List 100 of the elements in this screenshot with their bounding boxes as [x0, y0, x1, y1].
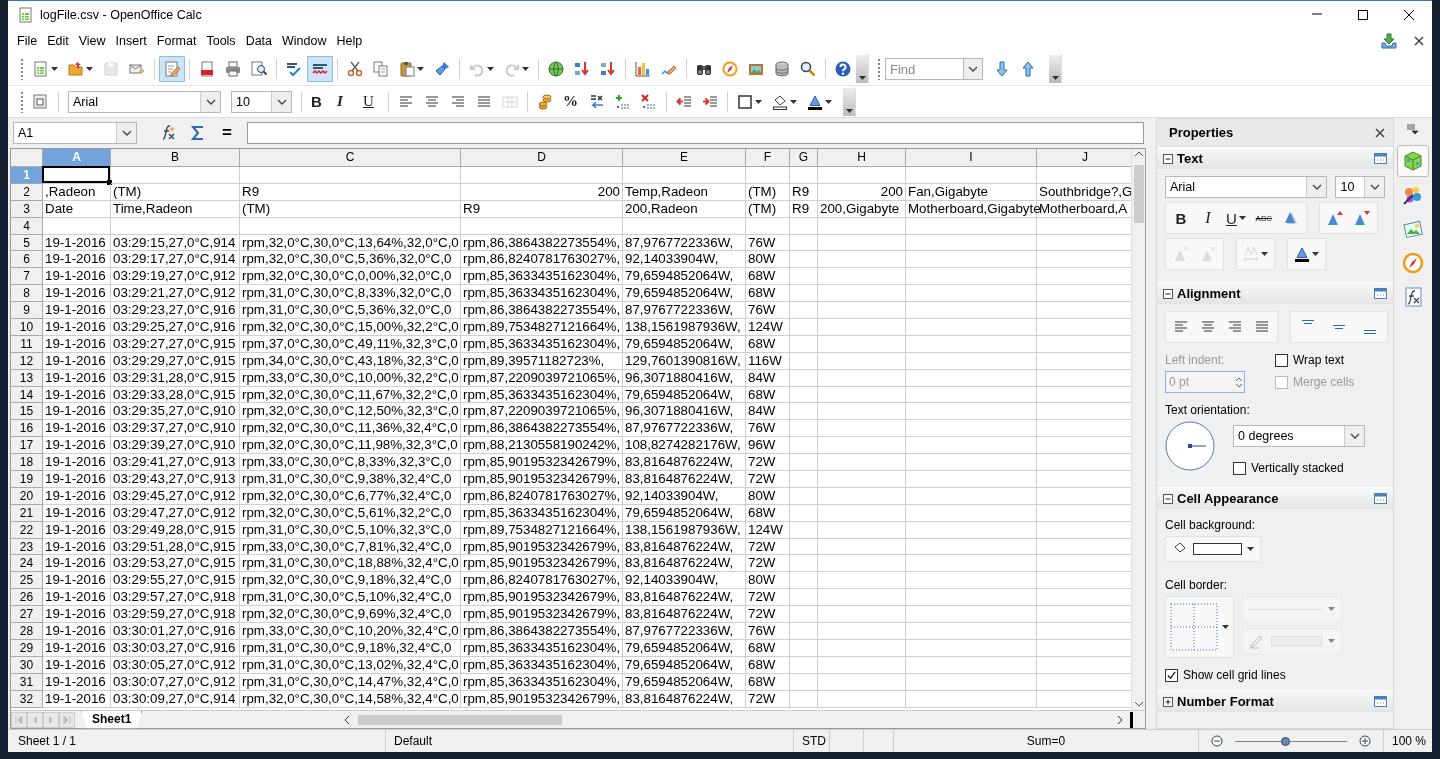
table-cell: rpm,89,7534827121664%, — [461, 319, 623, 336]
table-cell: 96,3071880416W, — [623, 369, 746, 387]
table-cell: 79,6594852064W, — [623, 386, 746, 404]
table-cell: rpm,88,2130558190242%, — [461, 437, 623, 455]
italic-button[interactable]: I — [1195, 205, 1221, 231]
row-header[interactable]: 15 — [11, 403, 43, 421]
row-header[interactable]: 28 — [11, 623, 43, 640]
row-header[interactable]: 25 — [11, 572, 43, 590]
row-header[interactable]: 10 — [11, 319, 43, 336]
table-cell: 84W — [746, 403, 790, 421]
table-cell: 19-1-2016 — [43, 690, 111, 708]
section-header[interactable]: Cell Appearance — [1157, 487, 1393, 509]
row-header[interactable]: 27 — [11, 606, 43, 624]
font-name-field[interactable]: Arial — [1165, 176, 1328, 198]
underline-button[interactable]: U — [358, 88, 384, 115]
table-cell: rpm,37,0°C,30,0°C,49,11%,32,3°C,0 — [240, 335, 461, 353]
table-cell: rpm,32,0°C,30,0°C,5,61%,32,2°C,0 — [240, 504, 461, 522]
table-cell: 19-1-2016 — [43, 335, 111, 353]
table-cell: 03:30:09,27,0°C,914 — [111, 690, 240, 708]
row-header[interactable]: 16 — [11, 420, 43, 438]
name-box[interactable]: A1 — [13, 122, 137, 144]
table-cell: 03:29:41,27,0°C,913 — [111, 454, 240, 472]
table-cell: rpm,87,2209039721065%, — [461, 403, 623, 421]
font-size-field[interactable]: 10 — [1335, 176, 1385, 198]
column-header[interactable]: C — [240, 149, 461, 167]
font-name-field[interactable]: Arial — [68, 90, 221, 113]
orientation-field[interactable]: 0 degrees — [1233, 425, 1365, 447]
table-cell: 72W — [746, 454, 790, 472]
table-cell: 79,6594852064W, — [623, 285, 746, 303]
section-header[interactable]: Number Format — [1157, 690, 1393, 712]
menu-item[interactable]: File — [12, 32, 43, 50]
table-cell: 87,9767722336W, — [623, 623, 746, 640]
section-title: Number Format — [1177, 694, 1275, 709]
table-cell: R9 — [461, 200, 623, 218]
row-header[interactable]: 18 — [11, 454, 43, 472]
underline-button[interactable]: U — [1222, 205, 1250, 231]
table-cell: rpm,32,0°C,30,0°C,11,67%,32,2°C,0 — [240, 386, 461, 404]
table-cell: 03:29:17,27,0°C,914 — [111, 251, 240, 269]
checkbox-label[interactable]: Wrap text — [1293, 353, 1345, 367]
table-cell: 19-1-2016 — [43, 623, 111, 640]
field-label: Cell border: — [1165, 578, 1229, 592]
percent-button[interactable]: % — [558, 88, 584, 115]
bold-button[interactable]: B — [306, 88, 332, 115]
font-size-field[interactable]: 10 — [231, 90, 292, 113]
table-cell: 03:29:19,27,0°C,912 — [111, 268, 240, 286]
sheet-tab[interactable]: Sheet1 — [81, 710, 143, 729]
menu-item[interactable]: View — [73, 32, 111, 50]
table-cell: rpm,32,0°C,30,0°C,11,98%,32,3°C,0 — [240, 437, 461, 455]
menu-item[interactable]: Help — [331, 32, 368, 50]
table-cell: 68W — [746, 656, 790, 674]
column-header[interactable]: I — [906, 149, 1037, 167]
column-header[interactable]: J — [1037, 149, 1131, 167]
row-header[interactable]: 24 — [11, 555, 43, 573]
table-cell: 200 — [461, 183, 623, 201]
italic-button[interactable]: I — [332, 88, 358, 115]
menu-item[interactable]: Tools — [201, 32, 241, 50]
table-cell: rpm,32,0°C,30,0°C,11,36%,32,4°C,0 — [240, 420, 461, 438]
row-header[interactable]: 17 — [11, 437, 43, 455]
row-header[interactable]: 19 — [11, 471, 43, 488]
table-cell: 19-1-2016 — [43, 369, 111, 387]
row-header[interactable]: 26 — [11, 589, 43, 607]
table-cell: 19-1-2016 — [43, 319, 111, 336]
checkbox-label[interactable]: Vertically stacked — [1251, 461, 1344, 475]
table-cell: 76W — [746, 302, 790, 319]
column-header[interactable]: F — [746, 149, 790, 167]
column-header[interactable]: B — [111, 149, 240, 167]
table-cell: 68W — [746, 285, 790, 303]
table-cell: 68W — [746, 335, 790, 353]
row-header[interactable]: 7 — [11, 268, 43, 286]
row-header[interactable]: 9 — [11, 302, 43, 319]
menu-item[interactable]: Window — [277, 32, 332, 50]
row-header[interactable]: 8 — [11, 285, 43, 303]
menu-item[interactable]: Data — [240, 32, 278, 50]
section-header[interactable]: Text — [1157, 147, 1393, 169]
menu-item[interactable]: Insert — [110, 32, 152, 50]
menu-item[interactable]: Format — [151, 32, 202, 50]
column-header[interactable]: H — [818, 149, 906, 167]
table-cell: 79,6594852064W, — [623, 504, 746, 522]
table-cell: 87,9767722336W, — [623, 302, 746, 319]
table-cell: rpm,33,0°C,30,0°C,8,33%,32,3°C,0 — [240, 454, 461, 472]
function-button[interactable]: = — [215, 123, 239, 143]
column-header[interactable]: G — [790, 149, 818, 167]
column-header[interactable]: D — [461, 149, 623, 167]
section-header[interactable]: Alignment — [1157, 282, 1393, 304]
table-cell: 03:29:57,27,0°C,918 — [111, 589, 240, 607]
strikethrough-button[interactable]: ABC — [1250, 205, 1277, 231]
row-header[interactable]: 6 — [11, 251, 43, 269]
find-field[interactable]: Find — [885, 58, 963, 80]
menu-item[interactable]: Edit — [42, 32, 74, 50]
table-cell: 03:29:37,27,0°C,910 — [111, 420, 240, 438]
table-cell: 68W — [746, 386, 790, 404]
checkbox-label[interactable]: Show cell grid lines — [1183, 668, 1286, 682]
table-cell: 03:29:39,27,0°C,910 — [111, 437, 240, 455]
bold-button[interactable]: B — [1168, 205, 1194, 231]
table-cell: 76W — [746, 623, 790, 640]
table-cell: rpm,86,8240781763027%, — [461, 572, 623, 590]
column-header[interactable]: E — [623, 149, 746, 167]
table-cell: rpm,32,0°C,30,0°C,6,77%,32,4°C,0 — [240, 487, 461, 505]
table-cell: rpm,85,9019532342679%, — [461, 606, 623, 624]
table-cell: 19-1-2016 — [43, 572, 111, 590]
